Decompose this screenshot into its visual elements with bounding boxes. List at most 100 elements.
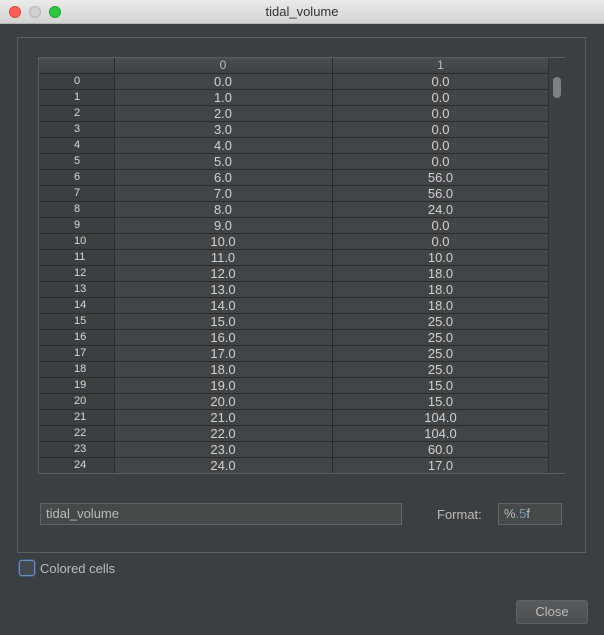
cell-col-0[interactable]: 13.0 — [114, 281, 333, 298]
cell-col-0[interactable]: 21.0 — [114, 409, 333, 426]
column-header-0[interactable]: 0 — [114, 58, 333, 74]
cell-col-0[interactable]: 24.0 — [114, 457, 333, 473]
table-row[interactable]: 17 17.0 25.0 — [39, 345, 550, 362]
table-row[interactable]: 22 22.0 104.0 — [39, 425, 550, 442]
cell-col-0[interactable]: 3.0 — [114, 121, 333, 138]
cell-col-1[interactable]: 15.0 — [332, 377, 550, 394]
table-row[interactable]: 18 18.0 25.0 — [39, 361, 550, 378]
table-row[interactable]: 3 3.0 0.0 — [39, 121, 550, 138]
cell-col-1[interactable]: 0.0 — [332, 233, 550, 250]
row-index: 9 — [39, 217, 115, 234]
vertical-scrollbar[interactable] — [548, 58, 565, 473]
row-index: 1 — [39, 89, 115, 106]
cell-col-0[interactable]: 2.0 — [114, 105, 333, 122]
cell-col-1[interactable]: 56.0 — [332, 185, 550, 202]
cell-col-0[interactable]: 5.0 — [114, 153, 333, 170]
cell-col-1[interactable]: 18.0 — [332, 297, 550, 314]
row-index: 0 — [39, 73, 115, 90]
table-row[interactable]: 1 1.0 0.0 — [39, 89, 550, 106]
colored-cells-label[interactable]: Colored cells — [40, 561, 115, 576]
row-index: 5 — [39, 153, 115, 170]
row-index: 20 — [39, 393, 115, 410]
cell-col-0[interactable]: 6.0 — [114, 169, 333, 186]
row-index: 14 — [39, 297, 115, 314]
cell-col-0[interactable]: 19.0 — [114, 377, 333, 394]
table-row[interactable]: 0 0.0 0.0 — [39, 73, 550, 90]
cell-col-1[interactable]: 25.0 — [332, 361, 550, 378]
data-table: 0 1 0 0.0 0.0 1 1.0 0.0 2 2.0 0.0 3 3.0 0.0 4 4.0 0.0 5… — [39, 58, 550, 473]
cell-col-0[interactable]: 9.0 — [114, 217, 333, 234]
cell-col-1[interactable]: 104.0 — [332, 409, 550, 426]
table-row[interactable]: 2 2.0 0.0 — [39, 105, 550, 122]
table-row[interactable]: 6 6.0 56.0 — [39, 169, 550, 186]
cell-col-1[interactable]: 0.0 — [332, 105, 550, 122]
table-row[interactable]: 7 7.0 56.0 — [39, 185, 550, 202]
cell-col-1[interactable]: 18.0 — [332, 281, 550, 298]
column-header-1[interactable]: 1 — [332, 58, 550, 74]
cell-col-1[interactable]: 0.0 — [332, 73, 550, 90]
table-row[interactable]: 11 11.0 10.0 — [39, 249, 550, 266]
row-index: 2 — [39, 105, 115, 122]
table-row[interactable]: 4 4.0 0.0 — [39, 137, 550, 154]
cell-col-1[interactable]: 0.0 — [332, 121, 550, 138]
table-row[interactable]: 12 12.0 18.0 — [39, 265, 550, 282]
cell-col-1[interactable]: 17.0 — [332, 457, 550, 473]
cell-col-0[interactable]: 0.0 — [114, 73, 333, 90]
cell-col-0[interactable]: 14.0 — [114, 297, 333, 314]
cell-col-0[interactable]: 1.0 — [114, 89, 333, 106]
cell-col-1[interactable]: 0.0 — [332, 153, 550, 170]
table-row[interactable]: 16 16.0 25.0 — [39, 329, 550, 346]
cell-col-0[interactable]: 7.0 — [114, 185, 333, 202]
cell-col-0[interactable]: 11.0 — [114, 249, 333, 266]
cell-col-0[interactable]: 22.0 — [114, 425, 333, 442]
cell-col-0[interactable]: 20.0 — [114, 393, 333, 410]
cell-col-0[interactable]: 8.0 — [114, 201, 333, 218]
table-row[interactable]: 20 20.0 15.0 — [39, 393, 550, 410]
row-index: 13 — [39, 281, 115, 298]
cell-col-1[interactable]: 25.0 — [332, 345, 550, 362]
cell-col-1[interactable]: 25.0 — [332, 329, 550, 346]
close-button[interactable]: Close — [516, 600, 588, 624]
cell-col-0[interactable]: 12.0 — [114, 265, 333, 282]
cell-col-0[interactable]: 15.0 — [114, 313, 333, 330]
cell-col-1[interactable]: 24.0 — [332, 201, 550, 218]
cell-col-1[interactable]: 104.0 — [332, 425, 550, 442]
table-row[interactable]: 13 13.0 18.0 — [39, 281, 550, 298]
index-column-header — [39, 58, 115, 74]
cell-col-0[interactable]: 23.0 — [114, 441, 333, 458]
format-precision: .5 — [515, 506, 527, 521]
cell-col-1[interactable]: 10.0 — [332, 249, 550, 266]
table-row[interactable]: 10 10.0 0.0 — [39, 233, 550, 250]
cell-col-1[interactable]: 25.0 — [332, 313, 550, 330]
cell-col-1[interactable]: 0.0 — [332, 137, 550, 154]
format-input[interactable]: %.5f — [498, 503, 562, 525]
cell-col-1[interactable]: 56.0 — [332, 169, 550, 186]
table-row[interactable]: 15 15.0 25.0 — [39, 313, 550, 330]
scrollbar-thumb[interactable] — [553, 77, 561, 98]
table-row[interactable]: 9 9.0 0.0 — [39, 217, 550, 234]
row-index: 22 — [39, 425, 115, 442]
cell-col-1[interactable]: 18.0 — [332, 265, 550, 282]
table-row[interactable]: 14 14.0 18.0 — [39, 297, 550, 314]
cell-col-0[interactable]: 16.0 — [114, 329, 333, 346]
table-header-row: 0 1 — [39, 58, 550, 74]
cell-col-1[interactable]: 15.0 — [332, 393, 550, 410]
table-row[interactable]: 21 21.0 104.0 — [39, 409, 550, 426]
cell-col-0[interactable]: 17.0 — [114, 345, 333, 362]
array-name-input[interactable]: tidal_volume — [40, 503, 402, 525]
table-row[interactable]: 19 19.0 15.0 — [39, 377, 550, 394]
cell-col-0[interactable]: 10.0 — [114, 233, 333, 250]
table-row[interactable]: 24 24.0 17.0 — [39, 457, 550, 473]
row-index: 23 — [39, 441, 115, 458]
cell-col-1[interactable]: 0.0 — [332, 89, 550, 106]
title-bar: tidal_volume — [0, 0, 604, 24]
table-row[interactable]: 8 8.0 24.0 — [39, 201, 550, 218]
cell-col-1[interactable]: 60.0 — [332, 441, 550, 458]
row-index: 21 — [39, 409, 115, 426]
cell-col-0[interactable]: 4.0 — [114, 137, 333, 154]
table-row[interactable]: 23 23.0 60.0 — [39, 441, 550, 458]
cell-col-1[interactable]: 0.0 — [332, 217, 550, 234]
colored-cells-checkbox[interactable] — [19, 560, 35, 576]
table-row[interactable]: 5 5.0 0.0 — [39, 153, 550, 170]
cell-col-0[interactable]: 18.0 — [114, 361, 333, 378]
